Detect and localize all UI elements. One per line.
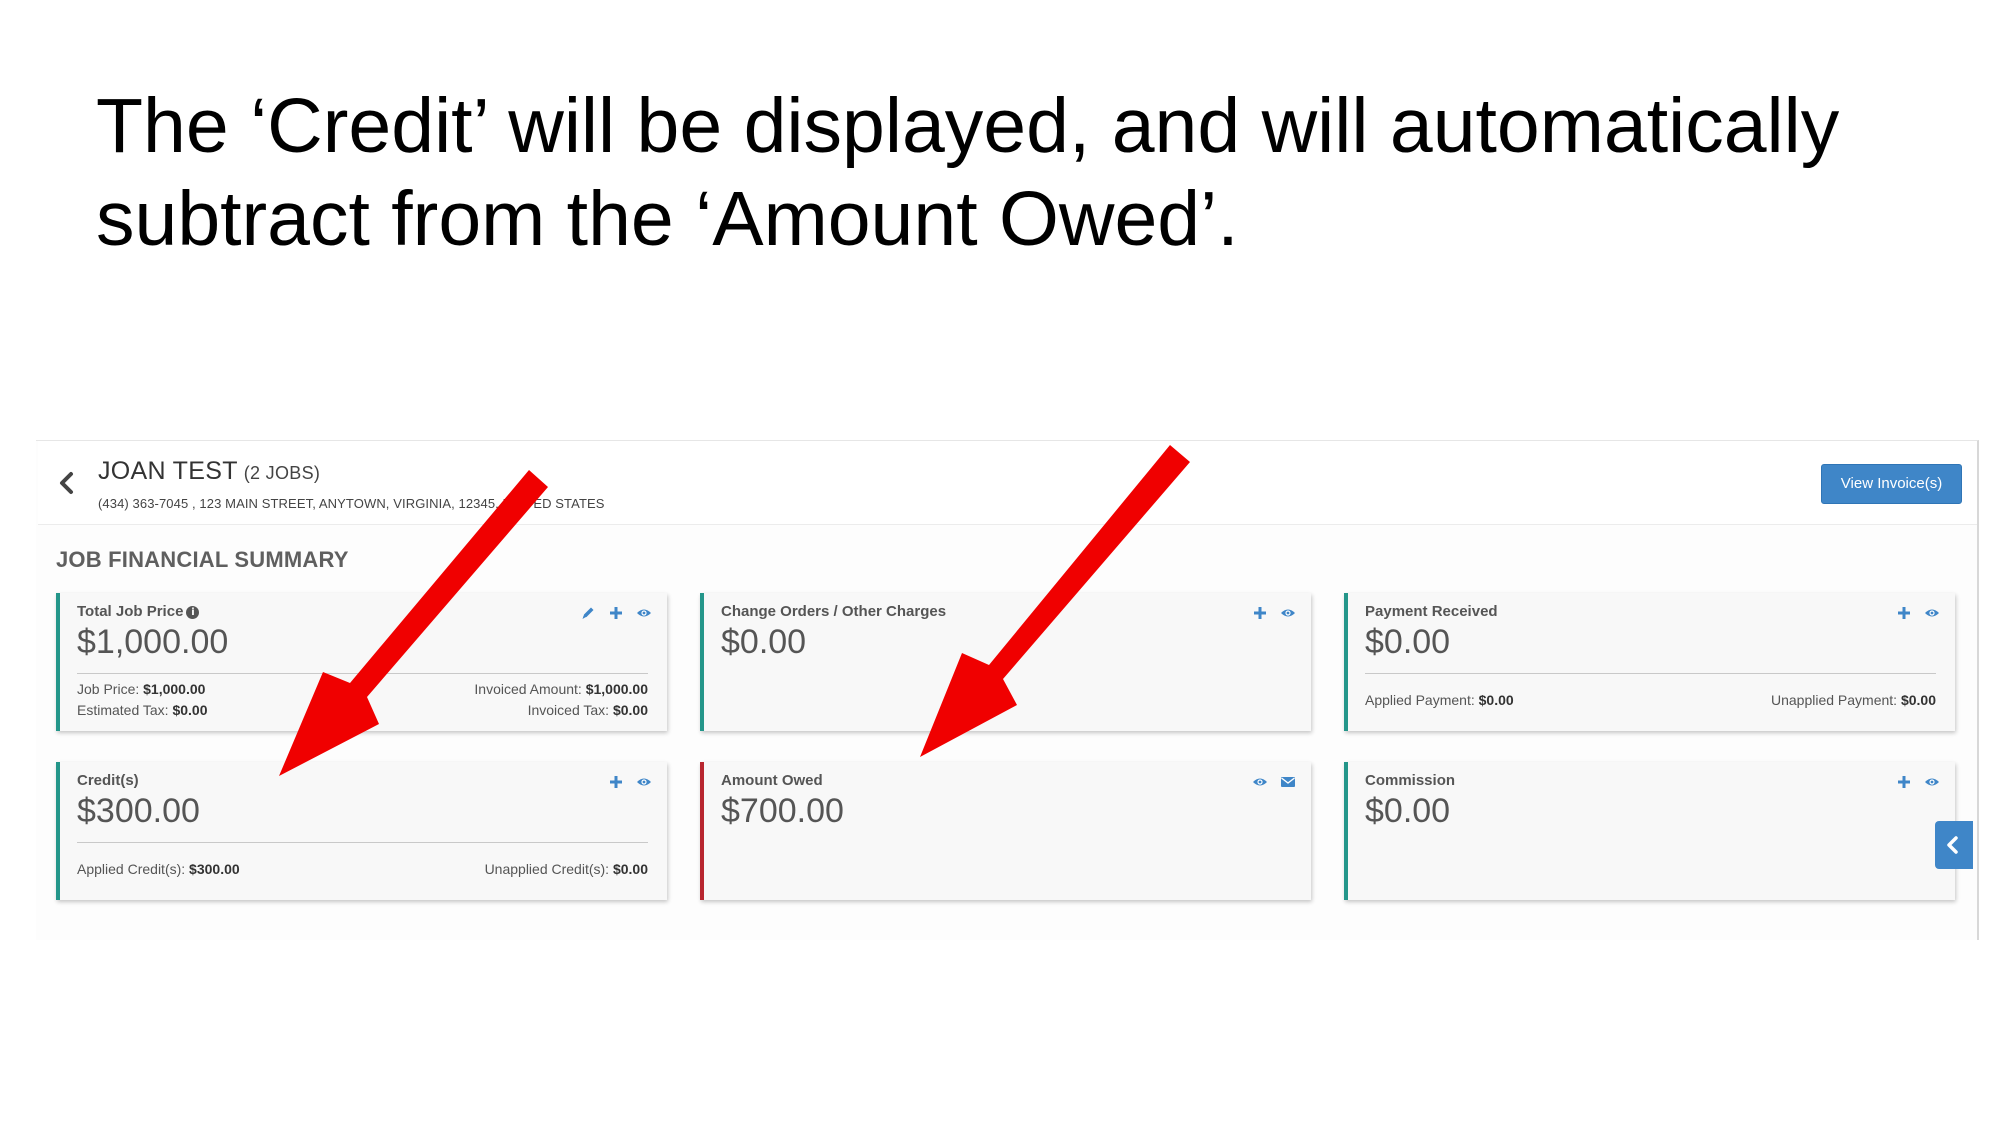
unapplied-credits-value: $0.00 <box>612 861 648 877</box>
invoiced-amount-label: Invoiced Amount: <box>474 681 582 697</box>
commission-card: Commission $0.00 <box>1344 762 1955 900</box>
unapplied-payment-row: Unapplied Payment: $0.00 <box>1771 692 1936 708</box>
eye-icon[interactable] <box>1924 605 1940 621</box>
card-actions <box>1896 605 1940 621</box>
payment-received-value: $0.00 <box>1365 623 1451 661</box>
chevron-left-icon <box>1947 836 1958 854</box>
job-price-label: Job Price: <box>77 681 140 697</box>
eye-icon[interactable] <box>1252 774 1268 790</box>
customer-header: JOAN TEST (2 JOBS) (434) 363-7045 , 123 M… <box>38 441 1977 525</box>
side-panel-toggle[interactable] <box>1935 821 1973 869</box>
change-orders-value: $0.00 <box>721 623 807 661</box>
card-actions <box>608 774 652 790</box>
section-title: JOB FINANCIAL SUMMARY <box>56 547 349 572</box>
applied-payment-row: Applied Payment: $0.00 <box>1365 692 1514 708</box>
applied-credits-label: Applied Credit(s): <box>77 861 186 877</box>
job-financial-panel: JOAN TEST (2 JOBS) (434) 363-7045 , 123 M… <box>36 440 1979 940</box>
info-icon[interactable]: i <box>186 606 200 619</box>
card-divider <box>1365 673 1936 674</box>
card-actions <box>1252 605 1296 621</box>
commission-value: $0.00 <box>1365 792 1451 830</box>
card-divider <box>77 842 648 843</box>
plus-icon[interactable] <box>608 605 624 621</box>
plus-icon[interactable] <box>1896 605 1912 621</box>
customer-name: JOAN TEST (2 JOBS) <box>98 457 320 486</box>
payment-received-card: Payment Received $0.00 Applied Payment: … <box>1344 593 1955 731</box>
unapplied-payment-value: $0.00 <box>1900 692 1936 708</box>
pencil-icon[interactable] <box>580 605 596 621</box>
slide-title-line-2: subtract from the ‘Amount Owed’. <box>96 176 1239 262</box>
card-label: Total Job Price i <box>77 603 200 620</box>
plus-icon[interactable] <box>608 774 624 790</box>
total-job-price-label: Total Job Price <box>77 603 184 620</box>
slide-title-line-1: The ‘Credit’ will be displayed, and will… <box>96 83 1840 169</box>
invoiced-tax-value: $0.00 <box>612 702 648 718</box>
plus-icon[interactable] <box>1252 605 1268 621</box>
eye-icon[interactable] <box>1280 605 1296 621</box>
payment-received-label: Payment Received <box>1365 603 1498 620</box>
customer-address: (434) 363-7045 , 123 MAIN STREET, ANYTOW… <box>98 496 605 511</box>
job-price-row: Job Price: $1,000.00 <box>77 681 205 697</box>
view-invoices-button[interactable]: View Invoice(s) <box>1821 464 1962 504</box>
unapplied-credits-row: Unapplied Credit(s): $0.00 <box>485 861 648 877</box>
invoiced-tax-label: Invoiced Tax: <box>527 702 610 718</box>
applied-payment-label: Applied Payment: <box>1365 692 1475 708</box>
invoiced-amount-value: $1,000.00 <box>585 681 648 697</box>
amount-owed-label: Amount Owed <box>721 772 823 789</box>
amount-owed-card: Amount Owed $700.00 <box>700 762 1311 900</box>
credits-label: Credit(s) <box>77 772 139 789</box>
applied-credits-row: Applied Credit(s): $300.00 <box>77 861 240 877</box>
applied-payment-value: $0.00 <box>1478 692 1514 708</box>
envelope-icon[interactable] <box>1280 774 1296 790</box>
commission-label: Commission <box>1365 772 1456 789</box>
credits-value: $300.00 <box>77 792 200 830</box>
estimated-tax-row: Estimated Tax: $0.00 <box>77 702 208 718</box>
total-job-price-card: Total Job Price i $1,000.00 Job Price: $1… <box>56 593 667 731</box>
card-actions <box>1896 774 1940 790</box>
estimated-tax-value: $0.00 <box>172 702 208 718</box>
back-chevron-icon[interactable] <box>54 469 80 501</box>
invoiced-tax-row: Invoiced Tax: $0.00 <box>528 702 648 718</box>
card-divider <box>77 673 648 674</box>
credits-card: Credit(s) $300.00 Applied Credit(s): $30… <box>56 762 667 900</box>
job-price-value: $1,000.00 <box>143 681 206 697</box>
eye-icon[interactable] <box>636 774 652 790</box>
amount-owed-value: $700.00 <box>721 792 844 830</box>
eye-icon[interactable] <box>636 605 652 621</box>
invoiced-amount-row: Invoiced Amount: $1,000.00 <box>474 681 648 697</box>
customer-name-text: JOAN TEST <box>98 457 238 485</box>
total-job-price-value: $1,000.00 <box>77 623 229 661</box>
card-actions <box>1252 774 1296 790</box>
estimated-tax-label: Estimated Tax: <box>77 702 169 718</box>
slide-title: The ‘Credit’ will be displayed, and will… <box>96 80 1916 266</box>
change-orders-label: Change Orders / Other Charges <box>721 603 947 620</box>
card-actions <box>580 605 652 621</box>
plus-icon[interactable] <box>1896 774 1912 790</box>
jobs-count: (2 JOBS) <box>243 463 321 483</box>
unapplied-payment-label: Unapplied Payment: <box>1770 692 1898 708</box>
applied-credits-value: $300.00 <box>189 861 240 877</box>
eye-icon[interactable] <box>1924 774 1940 790</box>
change-orders-card: Change Orders / Other Charges $0.00 <box>700 593 1311 731</box>
unapplied-credits-label: Unapplied Credit(s): <box>484 861 610 877</box>
